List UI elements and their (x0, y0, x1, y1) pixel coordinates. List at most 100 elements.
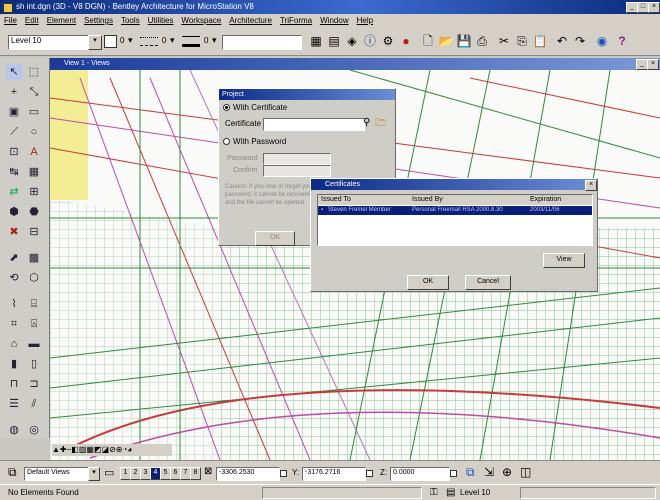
with-certificate-radio[interactable] (223, 104, 230, 111)
linestyle-field[interactable] (222, 35, 302, 50)
info-icon[interactable]: ⓘ (362, 33, 378, 49)
slab-icon[interactable]: ▬ (26, 336, 42, 352)
modify-icon[interactable]: ⇄ (6, 184, 22, 200)
color-value[interactable]: 0 (120, 36, 124, 45)
certificates-close-button[interactable]: × (585, 180, 597, 191)
level-select[interactable]: Level 10 (8, 35, 92, 50)
z-lock-checkbox[interactable] (450, 470, 457, 477)
z-coordinate-field[interactable]: 0.0000 (390, 467, 450, 481)
menu-help[interactable]: Help (353, 14, 377, 28)
x-coordinate-field[interactable]: -3306.2530 (216, 467, 280, 481)
text-icon[interactable]: A (26, 144, 42, 160)
with-password-radio[interactable] (223, 138, 230, 145)
element-info-icon[interactable]: ◈ (344, 33, 360, 49)
search-icon[interactable]: ⚲ (363, 117, 370, 128)
3d-select-icon[interactable]: ⬈ (6, 250, 22, 266)
style-dropdown-icon[interactable]: ▾ (170, 35, 175, 46)
help-icon[interactable]: ? (614, 33, 630, 49)
schedule-icon[interactable]: ☰ (6, 396, 22, 412)
grid-icon[interactable]: ⊟ (26, 224, 42, 240)
saved-views-select[interactable]: Default Views (24, 467, 92, 481)
group-icon[interactable]: ⬢ (6, 204, 22, 220)
key-in-icon[interactable]: ▦ (308, 33, 324, 49)
close-button[interactable]: × (648, 2, 660, 13)
fence-icon[interactable]: ⬚ (26, 64, 42, 80)
menu-file[interactable]: File (0, 14, 21, 28)
stair-icon[interactable]: ⌗ (6, 316, 22, 332)
level-status-icon[interactable]: ▤ (446, 487, 455, 498)
view-button-8[interactable]: 8 (190, 467, 201, 480)
lock-icon[interactable]: ⚿ (430, 487, 438, 498)
column-expiration[interactable]: Expiration (530, 195, 561, 205)
certificate-row[interactable]: ▪ Steven Fremel Member Personal Freemail… (318, 206, 592, 215)
point-icon[interactable]: + (6, 84, 22, 100)
view-certificate-button[interactable]: View (543, 253, 585, 268)
open-folder-icon[interactable]: 📂 (438, 33, 454, 49)
undo-icon[interactable]: ↶ (554, 33, 570, 49)
cell-icon[interactable]: ▣ (6, 104, 22, 120)
view-close-button[interactable]: × (647, 59, 659, 70)
color-swatch[interactable] (104, 35, 117, 48)
extend-icon[interactable]: ⊞ (26, 184, 42, 200)
delete-icon[interactable]: ✖ (6, 224, 22, 240)
dimension-icon[interactable]: ↹ (6, 164, 22, 180)
menu-edit[interactable]: Edit (21, 14, 43, 28)
circle-icon[interactable]: ○ (26, 124, 42, 140)
window-tool-icon[interactable]: ⍓ (26, 316, 42, 332)
door-icon[interactable]: ⌸ (26, 296, 42, 312)
menu-tools[interactable]: Tools (117, 14, 144, 28)
menu-architecture[interactable]: Architecture (225, 14, 276, 28)
paste-icon[interactable]: 📋 (532, 33, 548, 49)
3d-rotate-icon[interactable]: ⟲ (6, 270, 22, 286)
roof-icon[interactable]: ⌂ (6, 336, 22, 352)
certificate-field[interactable] (263, 118, 365, 131)
camera-icon[interactable]: ◎ (26, 422, 42, 438)
change-attributes-icon[interactable]: ⬣ (26, 204, 42, 220)
color-dropdown-icon[interactable]: ▾ (128, 35, 133, 46)
certificates-ok-button[interactable]: OK (407, 275, 449, 290)
pan-icon[interactable]: ⇲ (484, 465, 494, 479)
status-level[interactable]: Level 10 (460, 488, 490, 497)
certificates-cancel-button[interactable]: Cancel (465, 275, 511, 290)
column-issued-to[interactable]: Issued To (321, 195, 351, 205)
label-icon[interactable]: ⊐ (26, 376, 42, 392)
new-file-icon[interactable]: 🗋 (420, 33, 436, 49)
view-tools-icon[interactable]: ⧉ (466, 465, 475, 480)
coordinate-icon[interactable]: ⊠ (204, 466, 212, 477)
y-lock-checkbox[interactable] (366, 470, 373, 477)
render-icon[interactable]: ● (398, 33, 414, 49)
3d-solid-icon[interactable]: ⬡ (26, 270, 42, 286)
column-issued-by[interactable]: Issued By (412, 195, 443, 205)
menu-utilities[interactable]: Utilities (144, 14, 178, 28)
redo-icon[interactable]: ↷ (572, 33, 588, 49)
wall-icon[interactable]: ⌇ (6, 296, 22, 312)
view-controls-icons[interactable]: ▲✚−◧▨▦◩◪⊘⊕◔◕ (52, 445, 132, 454)
render-tool-icon[interactable]: ◍ (6, 422, 22, 438)
beam-icon[interactable]: ▯ (26, 356, 42, 372)
view-controls-strip[interactable]: ▲✚−◧▨▦◩◪⊘⊕◔◕ (52, 444, 172, 456)
menu-settings[interactable]: Settings (80, 14, 117, 28)
column-icon[interactable]: ▮ (6, 356, 22, 372)
menu-window[interactable]: Window (316, 14, 352, 28)
pattern-icon[interactable]: ▦ (26, 164, 42, 180)
select-element-icon[interactable]: ↖ (6, 64, 22, 80)
section-icon[interactable]: ⫽ (26, 396, 42, 412)
style-value[interactable]: 0 (162, 36, 166, 45)
weight-dropdown-icon[interactable]: ▾ (212, 35, 217, 46)
level-dropdown-button[interactable]: ▾ (88, 35, 102, 50)
manipulate-icon[interactable]: ⤡ (26, 84, 42, 100)
confirm-field[interactable] (263, 165, 331, 177)
gear-icon[interactable]: ⚙ (380, 33, 396, 49)
line-style-icon[interactable] (140, 37, 158, 46)
attributes-icon[interactable]: ▤ (326, 33, 342, 49)
folder-icon[interactable]: 🗁 (375, 116, 387, 133)
x-lock-checkbox[interactable] (280, 470, 287, 477)
menu-workspace[interactable]: Workspace (177, 14, 225, 28)
print-icon[interactable]: ⎙ (474, 33, 490, 49)
copy-icon[interactable]: ⎘ (514, 33, 530, 49)
line-weight-icon[interactable] (182, 36, 200, 47)
3d-box-icon[interactable]: ▩ (26, 250, 42, 266)
measure-icon[interactable]: ⊡ (6, 144, 22, 160)
globe-icon[interactable]: ◉ (594, 33, 610, 49)
y-coordinate-field[interactable]: -3176.2716 (302, 467, 366, 481)
